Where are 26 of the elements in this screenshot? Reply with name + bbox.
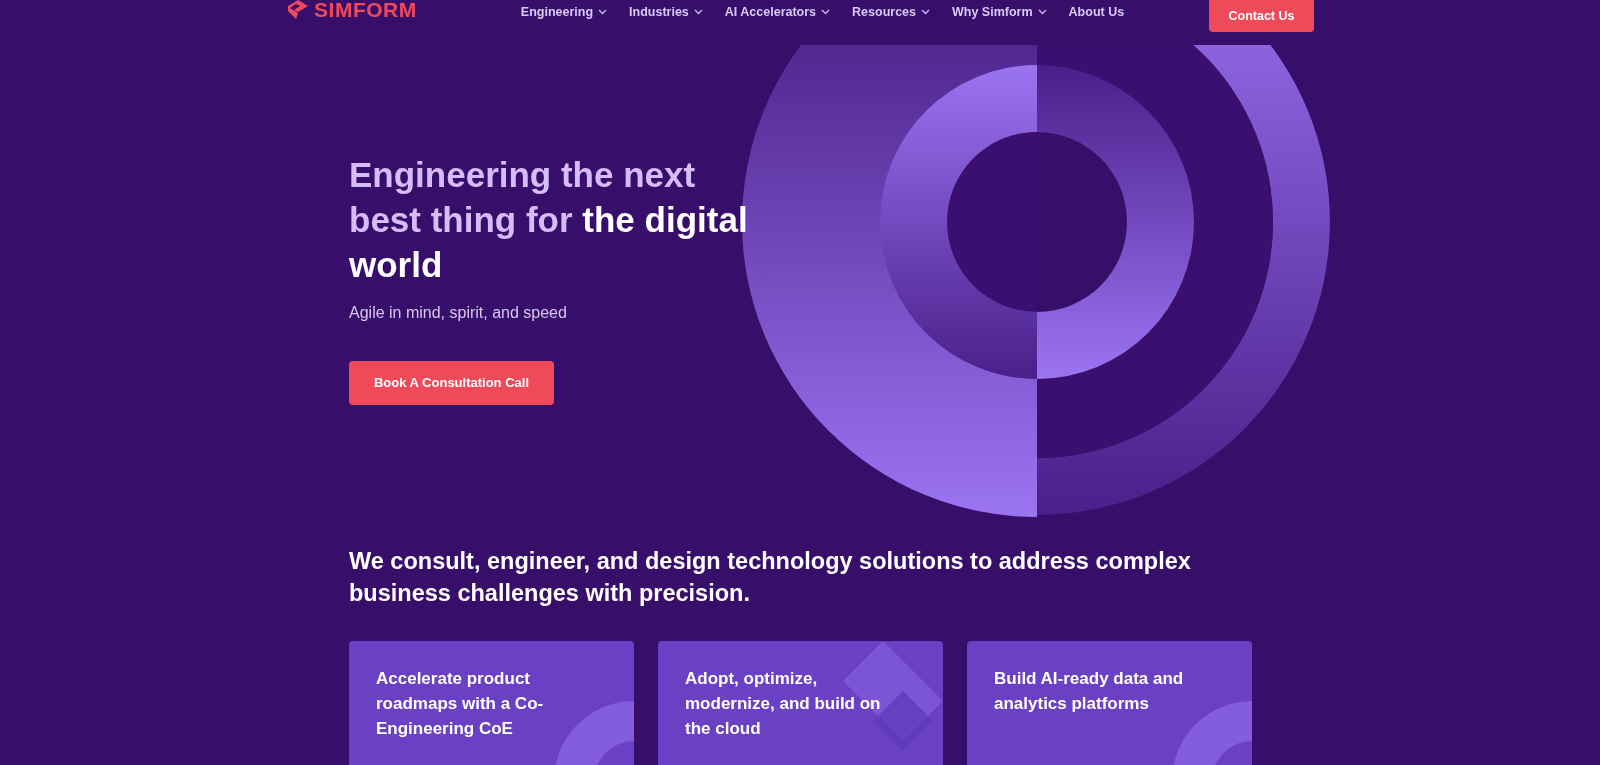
card-title: Accelerate product roadmaps with a Co-Engineering CoE [376,668,545,740]
hero-headline: Engineering the next best thing for the digital world [349,154,749,286]
chevron-down-icon [598,9,608,16]
chevron-down-icon [693,9,703,16]
nav-link[interactable]: Industries [629,3,703,22]
card-title: Adopt, optimize, modernize, and build on the cloud [685,668,882,740]
nav-link[interactable]: Engineering [520,3,608,22]
service-card[interactable]: Accelerate product roadmaps with a Co-Engineering CoE [349,641,634,765]
chevron-down-icon [1037,9,1047,16]
service-card[interactable]: Adopt, optimize, modernize, and build on the cloud [658,641,943,765]
ring-icon [554,701,634,765]
statement-text: We consult, engineer, and design technology solutions to address complex business challenges with precision. [349,547,1192,608]
nav-link[interactable]: Why Simform [952,3,1047,22]
service-card[interactable]: Build AI-ready data and analytics platforms [967,641,1252,765]
nav-link[interactable]: About Us [1068,3,1125,22]
nav-link[interactable]: Resources [852,3,930,22]
logo-text[interactable]: SIMFORM [314,0,417,26]
nav-link[interactable]: AI Accelerators [724,3,831,22]
card-title: Build AI-ready data and analytics platforms [994,668,1185,715]
ring-icon [1172,701,1252,765]
logo-icon [286,0,310,21]
chevron-down-icon [921,9,930,16]
contact-button[interactable]: Contact Us [1209,0,1314,32]
consultation-button[interactable]: Book A Consultation Call [349,361,554,405]
hero-subtitle: Agile in mind, spirit, and speed [349,303,568,323]
chevron-down-icon [821,9,831,16]
